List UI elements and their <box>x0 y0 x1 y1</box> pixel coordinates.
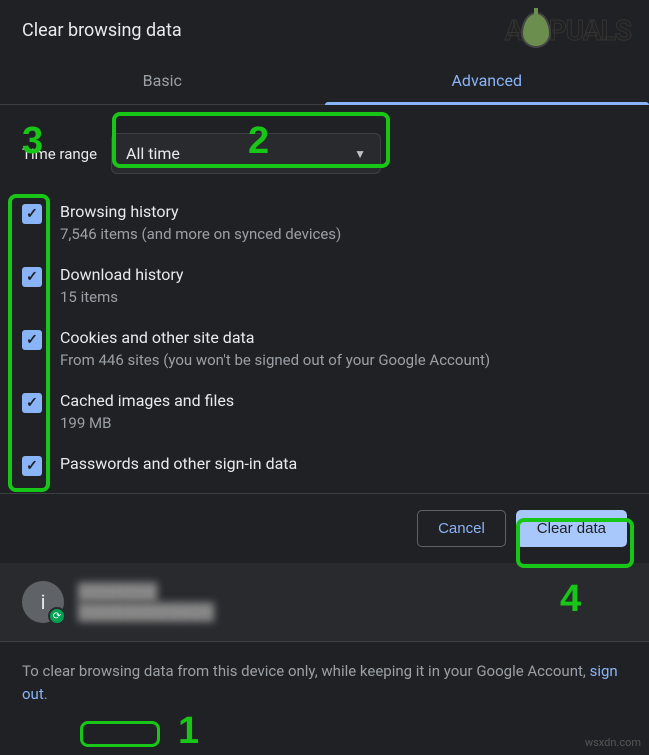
item-title: Passwords and other sign-in data <box>60 454 297 473</box>
tab-bar: Basic Advanced <box>0 57 649 105</box>
item-title: Cached images and files <box>60 391 234 410</box>
options-list: ✓ Browsing history 7,546 items (and more… <box>22 196 627 493</box>
time-range-label: Time range <box>22 145 97 163</box>
checkbox-cached[interactable]: ✓ <box>22 393 42 413</box>
item-sub: From 446 sites (you won't be signed out … <box>60 351 490 369</box>
time-range-dropdown[interactable]: All time ▼ <box>111 133 381 174</box>
list-item[interactable]: ✓ Cookies and other site data From 446 s… <box>22 322 627 385</box>
clear-data-button[interactable]: Clear data <box>516 510 627 547</box>
list-item[interactable]: ✓ Cached images and files 199 MB <box>22 385 627 448</box>
item-title: Cookies and other site data <box>60 328 490 347</box>
dialog-title: Clear browsing data <box>0 0 649 57</box>
cancel-button[interactable]: Cancel <box>417 510 506 547</box>
time-range-row: Time range All time ▼ <box>22 133 627 174</box>
tab-indicator <box>325 102 649 105</box>
watermark-text: wsxdn.com <box>585 736 641 749</box>
checkbox-passwords[interactable]: ✓ <box>22 456 42 476</box>
sign-out-note: To clear browsing data from this device … <box>0 641 649 723</box>
item-sub: 199 MB <box>60 414 234 432</box>
tab-basic[interactable]: Basic <box>0 57 325 104</box>
dialog-content: Time range All time ▼ ✓ Browsing history… <box>0 105 649 493</box>
clear-browsing-data-dialog: Clear browsing data A PUALS Basic Advanc… <box>0 0 649 723</box>
time-range-value: All time <box>126 144 180 163</box>
chevron-down-icon: ▼ <box>354 147 366 161</box>
sync-icon: ⟳ <box>48 607 66 625</box>
annotation-box-1 <box>80 721 160 747</box>
avatar: i ⟳ <box>22 581 64 623</box>
item-sub: 15 items <box>60 288 184 306</box>
list-item[interactable]: ✓ Browsing history 7,546 items (and more… <box>22 196 627 259</box>
checkbox-cookies[interactable]: ✓ <box>22 330 42 350</box>
list-item[interactable]: ✓ Download history 15 items <box>22 259 627 322</box>
checkbox-download-history[interactable]: ✓ <box>22 267 42 287</box>
list-item[interactable]: ✓ Passwords and other sign-in data <box>22 448 627 493</box>
item-sub: 7,546 items (and more on synced devices) <box>60 225 341 243</box>
checkbox-browsing-history[interactable]: ✓ <box>22 204 42 224</box>
dialog-actions: Cancel Clear data <box>0 493 649 563</box>
account-name: ███████ <box>78 582 214 602</box>
item-title: Browsing history <box>60 202 341 221</box>
item-title: Download history <box>60 265 184 284</box>
account-email: ████████████ <box>78 602 214 622</box>
tab-advanced[interactable]: Advanced <box>325 57 649 104</box>
account-row: i ⟳ ███████ ████████████ <box>0 563 649 641</box>
